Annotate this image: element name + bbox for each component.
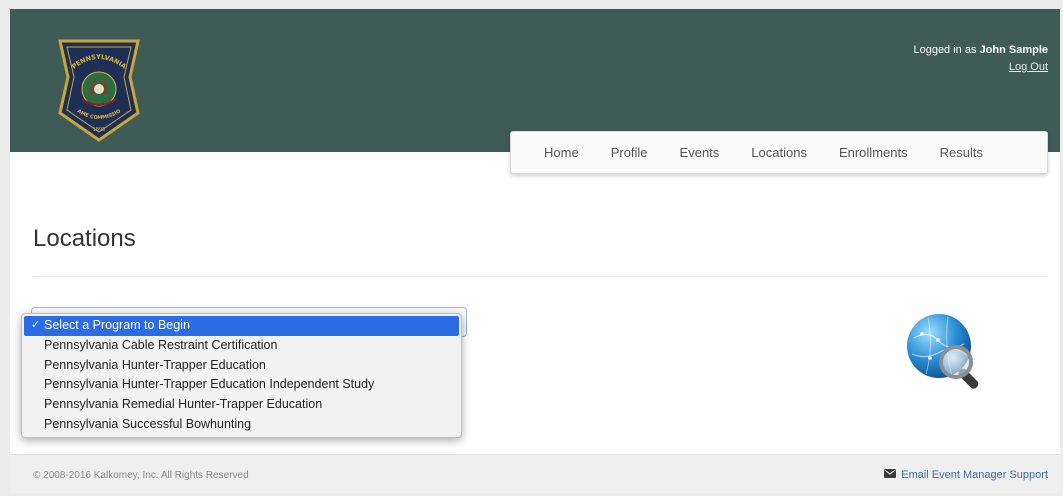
nav-home[interactable]: Home bbox=[544, 145, 579, 160]
copyright-text: © 2008-2016 Kalkomey, Inc. All Rights Re… bbox=[33, 470, 249, 481]
keystone-badge-icon: PENNSYLVANIA GAME COMMISSION 1895 bbox=[54, 35, 140, 142]
logged-in-line: Logged in as John Sample bbox=[913, 42, 1048, 59]
program-dropdown-list: ✓ Select a Program to Begin Pennsylvania… bbox=[21, 313, 462, 438]
option-label: Pennsylvania Cable Restraint Certificati… bbox=[44, 337, 278, 352]
program-option-hunter-trapper-independent[interactable]: Pennsylvania Hunter-Trapper Education In… bbox=[22, 375, 461, 395]
user-info: Logged in as John Sample Log Out bbox=[913, 42, 1048, 76]
nav-enrollments[interactable]: Enrollments bbox=[839, 145, 908, 160]
user-name: John Sample bbox=[979, 44, 1048, 56]
logged-in-prefix: Logged in as bbox=[913, 44, 977, 56]
pa-game-commission-logo[interactable]: PENNSYLVANIA GAME COMMISSION 1895 bbox=[54, 35, 142, 142]
main-nav: Home Profile Events Locations Enrollment… bbox=[510, 131, 1048, 174]
nav-results[interactable]: Results bbox=[940, 145, 983, 160]
logo-year: 1895 bbox=[93, 127, 106, 133]
program-option-cable-restraint[interactable]: Pennsylvania Cable Restraint Certificati… bbox=[22, 336, 461, 356]
option-label: Pennsylvania Remedial Hunter-Trapper Edu… bbox=[44, 397, 323, 412]
globe-magnifier-icon bbox=[904, 312, 996, 392]
site-footer: © 2008-2016 Kalkomey, Inc. All Rights Re… bbox=[10, 454, 1060, 496]
program-option-successful-bowhunting[interactable]: Pennsylvania Successful Bowhunting bbox=[22, 415, 461, 435]
option-label: Pennsylvania Hunter-Trapper Education bbox=[44, 357, 266, 372]
option-label: Select a Program to Begin bbox=[44, 318, 190, 332]
option-label: Pennsylvania Successful Bowhunting bbox=[44, 416, 252, 431]
title-divider bbox=[33, 276, 1048, 277]
program-option-select-prompt[interactable]: ✓ Select a Program to Begin bbox=[24, 316, 459, 336]
option-label: Pennsylvania Hunter-Trapper Education In… bbox=[44, 377, 375, 392]
logout-link[interactable]: Log Out bbox=[1009, 59, 1048, 76]
nav-locations[interactable]: Locations bbox=[751, 145, 807, 160]
nav-profile[interactable]: Profile bbox=[611, 145, 648, 160]
page-title: Locations bbox=[33, 225, 136, 252]
email-support-link[interactable]: Email Event Manager Support bbox=[884, 469, 1048, 481]
check-icon: ✓ bbox=[31, 319, 41, 331]
envelope-icon bbox=[884, 469, 897, 481]
nav-events[interactable]: Events bbox=[680, 145, 720, 160]
email-support-label: Email Event Manager Support bbox=[901, 469, 1048, 481]
program-option-remedial-hunter-trapper[interactable]: Pennsylvania Remedial Hunter-Trapper Edu… bbox=[22, 395, 461, 415]
program-option-hunter-trapper[interactable]: Pennsylvania Hunter-Trapper Education bbox=[22, 356, 461, 376]
